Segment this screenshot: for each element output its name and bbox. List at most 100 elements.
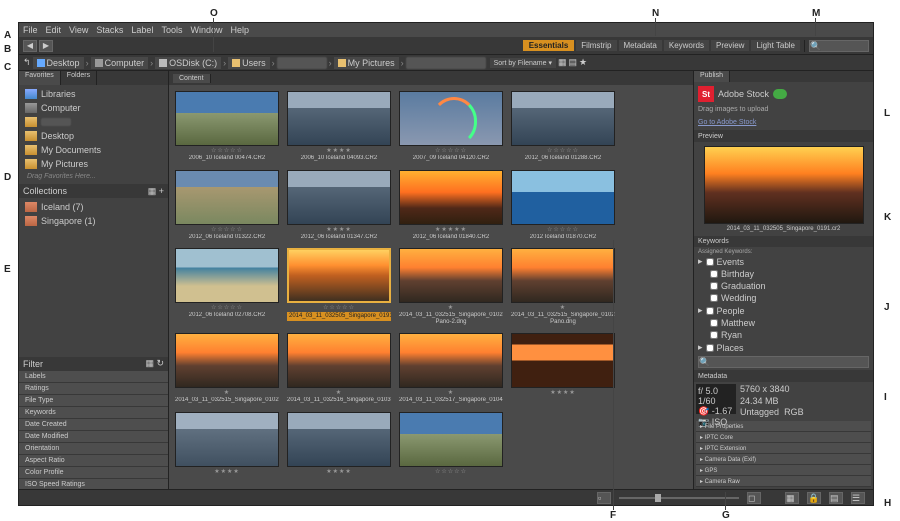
filter-color-profile[interactable]: Color Profile	[19, 467, 168, 479]
meta-section[interactable]: ▸ Camera Raw	[696, 476, 871, 487]
path-up-button[interactable]: ↰	[23, 57, 31, 68]
filter-aspect-ratio[interactable]: Aspect Ratio	[19, 455, 168, 467]
meta-section[interactable]: ▸ GPS	[696, 465, 871, 476]
filter-date-created[interactable]: Date Created	[19, 419, 168, 431]
menu-help[interactable]: Help	[230, 25, 249, 35]
thumbnail[interactable]: ★★★★2012_06 Iceland 01347.CR2	[287, 170, 391, 241]
thumbnail[interactable]: ★2014_03_11_032515_Singapore_0102-Pano.d…	[511, 248, 615, 325]
thumb-rating[interactable]: ★★★★★	[435, 226, 467, 233]
menu-stacks[interactable]: Stacks	[96, 25, 123, 35]
fav-user[interactable]	[23, 115, 164, 129]
thumb-size-slider[interactable]	[619, 497, 739, 499]
thumbnail[interactable]: ★★★★2006_10 Iceland 04093.CR2	[287, 91, 391, 162]
workspace-lighttable[interactable]: Light Table	[751, 40, 800, 51]
preview-image[interactable]	[704, 146, 864, 224]
fav-pictures[interactable]: My Pictures	[23, 157, 164, 171]
tab-content[interactable]: Content	[173, 74, 211, 83]
menu-tools[interactable]: Tools	[161, 25, 182, 35]
thumbnail[interactable]: ★2014_03_11_032516_Singapore_0103.cr2	[287, 333, 391, 404]
thumb-rating[interactable]: ☆☆☆☆☆	[211, 147, 243, 154]
stock-link[interactable]: Go to Adobe Stock	[698, 119, 869, 126]
meta-section[interactable]: ▸ IPTC Extension	[696, 443, 871, 454]
view-opt-1[interactable]: ▦	[558, 57, 567, 68]
path-folder-blurred[interactable]	[406, 57, 486, 69]
thumb-rating[interactable]: ☆☆☆☆☆	[323, 304, 355, 311]
thumbnail[interactable]: ★2014_03_11_032517_Singapore_0104.cr2	[399, 333, 503, 404]
thumbnail[interactable]: ☆☆☆☆☆2012_06 Iceland 02708.CR2	[175, 248, 279, 325]
tab-favorites[interactable]: Favorites	[19, 71, 61, 85]
thumb-rating[interactable]: ★★★★	[326, 468, 352, 475]
metadata-header[interactable]: Metadata	[694, 370, 873, 381]
path-computer[interactable]: Computer	[91, 57, 149, 69]
filter-ratings[interactable]: Ratings	[19, 383, 168, 395]
thumbnail[interactable]: ☆☆☆☆☆2014_03_11_032505_Singapore_0191.cr…	[287, 248, 391, 325]
kw-people[interactable]: ▸People	[698, 304, 869, 317]
workspace-metadata[interactable]: Metadata	[619, 40, 662, 51]
fav-documents[interactable]: My Documents	[23, 143, 164, 157]
cloud-upload-icon[interactable]	[773, 89, 787, 99]
kw-events[interactable]: ▸Events	[698, 255, 869, 268]
tab-folders[interactable]: Folders	[61, 71, 97, 85]
workspace-keywords[interactable]: Keywords	[664, 40, 709, 51]
thumbnail[interactable]: ★2014_03_11_032515_Singapore_0102.cr2	[175, 333, 279, 404]
view-mode-list-icon[interactable]: ☰	[851, 492, 865, 504]
back-button[interactable]: ◀	[23, 40, 37, 52]
filter-date-modified[interactable]: Date Modified	[19, 431, 168, 443]
thumb-rating[interactable]: ★★★★	[326, 147, 352, 154]
filter-iso-speed-ratings[interactable]: ISO Speed Ratings	[19, 479, 168, 490]
thumb-rating[interactable]: ★	[560, 304, 566, 311]
thumbnail[interactable]: ☆☆☆☆☆2006_10 Iceland 00474.CR2	[175, 91, 279, 162]
thumbnail[interactable]: ☆☆☆☆☆2012 Iceland 01870.CR2	[511, 170, 615, 241]
workspace-essentials[interactable]: Essentials	[523, 40, 575, 51]
thumb-size-large-icon[interactable]: ◻	[747, 492, 761, 504]
view-opt-2[interactable]: ▤	[569, 57, 578, 68]
kw-places[interactable]: ▸Places	[698, 341, 869, 354]
search-input[interactable]: 🔍	[809, 40, 869, 52]
thumb-rating[interactable]: ☆☆☆☆☆	[547, 226, 579, 233]
menu-view[interactable]: View	[69, 25, 88, 35]
forward-button[interactable]: ▶	[39, 40, 53, 52]
coll-singapore[interactable]: Singapore (1)	[23, 214, 164, 228]
thumb-rating[interactable]: ★	[224, 389, 230, 396]
thumb-rating[interactable]: ★★★★	[326, 226, 352, 233]
fav-libraries[interactable]: Libraries	[23, 87, 164, 101]
thumbnail[interactable]: ★2014_03_11_032515_Singapore_0102-Pano-2…	[399, 248, 503, 325]
sort-dropdown[interactable]: Sort by Filename ▾	[490, 58, 556, 68]
meta-section[interactable]: ▸ Camera Data (Exif)	[696, 454, 871, 465]
preview-header[interactable]: Preview	[694, 130, 873, 141]
filter-orientation[interactable]: Orientation	[19, 443, 168, 455]
filter-header[interactable]: Filter▦ ↻	[19, 357, 168, 371]
path-users[interactable]: Users	[228, 57, 270, 69]
thumbnail[interactable]: ☆☆☆☆☆2007_09 Iceland 04120.CR2	[399, 91, 503, 162]
view-mode-detail-icon[interactable]: ▤	[829, 492, 843, 504]
menu-edit[interactable]: Edit	[46, 25, 62, 35]
keywords-header[interactable]: Keywords	[694, 236, 873, 247]
path-user-blurred[interactable]	[277, 57, 327, 69]
coll-iceland[interactable]: Iceland (7)	[23, 200, 164, 214]
thumb-rating[interactable]: ☆☆☆☆☆	[211, 226, 243, 233]
thumb-rating[interactable]: ★	[448, 304, 454, 311]
thumbnail[interactable]: ★★★★	[175, 412, 279, 476]
view-mode-grid-icon[interactable]: ▦	[785, 492, 799, 504]
thumb-rating[interactable]: ★	[336, 389, 342, 396]
thumbnail[interactable]: ☆☆☆☆☆	[399, 412, 503, 476]
fav-desktop[interactable]: Desktop	[23, 129, 164, 143]
meta-section[interactable]: ▸ File Properties	[696, 421, 871, 432]
path-desktop[interactable]: Desktop	[33, 57, 84, 69]
thumb-rating[interactable]: ☆☆☆☆☆	[435, 468, 467, 475]
kw-ryan[interactable]: Ryan	[698, 329, 869, 341]
thumb-rating[interactable]: ☆☆☆☆☆	[211, 304, 243, 311]
thumb-rating[interactable]: ☆☆☆☆☆	[435, 147, 467, 154]
filter-tools-icon[interactable]: ▦ ↻	[145, 358, 164, 369]
thumbnail[interactable]: ☆☆☆☆☆2012_06 Iceland 01288.CR2	[511, 91, 615, 162]
thumbnail[interactable]: ★★★★	[511, 333, 615, 404]
view-mode-lock-icon[interactable]: 🔒	[807, 492, 821, 504]
tab-publish[interactable]: Publish	[694, 71, 730, 82]
filter-labels[interactable]: Labels	[19, 371, 168, 383]
kw-birthday[interactable]: Birthday	[698, 268, 869, 280]
workspace-filmstrip[interactable]: Filmstrip	[576, 40, 616, 51]
thumbnail[interactable]: ☆☆☆☆☆2012_06 Iceland 01322.CR2	[175, 170, 279, 241]
path-pictures[interactable]: My Pictures	[334, 57, 399, 69]
thumb-size-small-icon[interactable]: ▫	[597, 492, 611, 504]
path-osdisk[interactable]: OSDisk (C:)	[155, 57, 221, 69]
